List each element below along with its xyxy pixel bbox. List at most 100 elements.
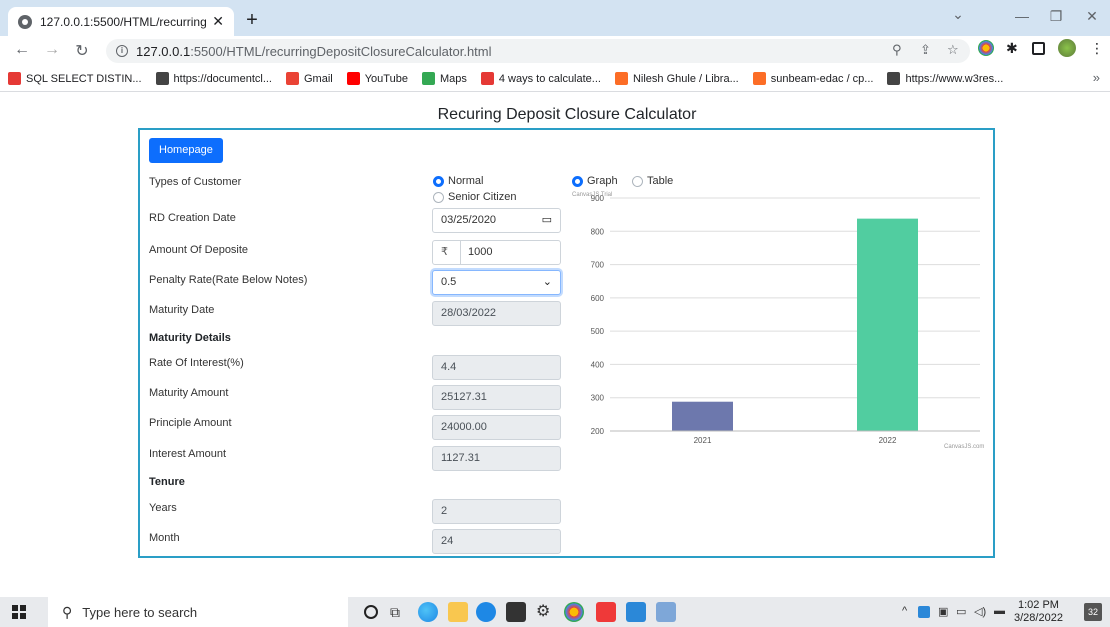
radio-normal-label: Normal: [448, 175, 484, 187]
maturity-date-label: Maturity Date: [149, 304, 215, 316]
taskbar-search-box[interactable]: ⚲ Type here to search: [48, 597, 348, 627]
y-tick-label: 800: [591, 227, 605, 236]
principle-label: Principle Amount: [149, 417, 232, 429]
bookmark-item[interactable]: https://documentcl...: [155, 72, 272, 85]
radio-senior-citizen[interactable]: Senior Citizen: [433, 191, 516, 203]
y-tick-label: 600: [591, 294, 605, 303]
close-tab-icon[interactable]: ✕: [212, 13, 224, 30]
rate-field[interactable]: 4.4: [432, 355, 561, 380]
penalty-label: Penalty Rate(Rate Below Notes): [149, 274, 308, 286]
bookmark-item[interactable]: Nilesh Ghule / Libra...: [614, 72, 739, 85]
minimize-icon[interactable]: —: [1012, 8, 1032, 24]
close-window-icon[interactable]: ✕: [1082, 8, 1102, 25]
deposit-input[interactable]: ₹1000: [432, 240, 561, 265]
bookmark-star-icon[interactable]: ☆: [947, 42, 959, 58]
onedrive-icon[interactable]: [918, 606, 930, 618]
chart-credit[interactable]: CanvasJS.com: [944, 444, 984, 450]
more-bookmarks-icon[interactable]: »: [1093, 70, 1100, 85]
radio-table[interactable]: Table: [632, 175, 673, 187]
app-icon[interactable]: [656, 602, 676, 622]
restore-icon[interactable]: ❐: [1046, 8, 1066, 25]
chart-watermark: CanvasJS Trial: [572, 192, 613, 198]
reload-icon[interactable]: ↻: [72, 41, 92, 61]
forward-icon[interactable]: →: [42, 41, 62, 59]
radio-graph[interactable]: Graph: [572, 175, 618, 187]
bookmark-item[interactable]: Gmail: [285, 72, 333, 85]
network-icon[interactable]: ▣: [938, 605, 948, 618]
bookmark-item[interactable]: YouTube: [346, 72, 408, 85]
settings-gear-icon[interactable]: ⚙: [536, 602, 556, 622]
maturity-date-field[interactable]: 28/03/2022: [432, 301, 561, 326]
sidepanel-icon[interactable]: [1032, 42, 1045, 55]
bookmark-label: Gmail: [303, 72, 333, 85]
chrome-icon[interactable]: [564, 602, 584, 622]
bookmark-label: https://documentcl...: [173, 72, 272, 85]
extension-icon[interactable]: [978, 40, 994, 56]
edge-icon[interactable]: [418, 602, 438, 622]
bar-2021: [672, 401, 733, 431]
display-icon[interactable]: ▭: [956, 605, 966, 618]
share-icon[interactable]: ⇪: [920, 42, 931, 58]
back-icon[interactable]: ←: [12, 41, 32, 59]
gmail-icon: [285, 72, 299, 85]
menu-kebab-icon[interactable]: ⋮: [1090, 40, 1106, 56]
penalty-value: 0.5: [441, 276, 457, 288]
radio-dot: [433, 191, 444, 203]
notifications-badge[interactable]: 32: [1084, 603, 1102, 621]
month-label: Month: [149, 532, 180, 544]
skype-icon[interactable]: [476, 602, 496, 622]
interest-field[interactable]: 1127.31: [432, 446, 561, 471]
file-explorer-icon[interactable]: [448, 602, 468, 622]
tray-chevron-icon[interactable]: ^: [902, 605, 907, 617]
site-info-icon[interactable]: i: [116, 45, 128, 57]
principle-field[interactable]: 24000.00: [432, 415, 561, 440]
bookmark-item[interactable]: SQL SELECT DISTIN...: [8, 72, 142, 85]
bookmark-icon: [480, 72, 494, 85]
radio-normal[interactable]: Normal: [433, 175, 483, 187]
chevron-down-icon: ⌄: [542, 276, 552, 288]
bookmark-item[interactable]: https://www.w3res...: [887, 72, 1003, 85]
task-view-icon[interactable]: ⧉: [390, 602, 410, 622]
homepage-button[interactable]: Homepage: [149, 138, 223, 163]
rd-date-value: 03/25/2020: [441, 214, 497, 226]
deposit-value: 1000: [468, 246, 493, 258]
bookmark-label: sunbeam-edac / cp...: [770, 72, 874, 85]
terminal-icon[interactable]: [506, 602, 526, 622]
battery-icon[interactable]: ▬: [994, 605, 1005, 617]
bookmark-item[interactable]: 4 ways to calculate...: [480, 72, 601, 85]
page-title: Recuring Deposit Closure Calculator: [437, 106, 697, 123]
zoom-icon[interactable]: ⚲: [892, 42, 902, 58]
maps-icon: [421, 72, 435, 85]
bookmark-item[interactable]: Maps: [421, 72, 467, 85]
taskbar-clock[interactable]: 1:02 PM 3/28/2022: [1014, 599, 1063, 625]
tab-search-icon[interactable]: ⌄: [948, 6, 968, 23]
windows-start-icon[interactable]: [12, 605, 26, 619]
cortana-icon[interactable]: [364, 605, 378, 619]
bookmarks-bar: SQL SELECT DISTIN... https://documentcl..…: [0, 66, 1110, 92]
puzzle-extensions-icon[interactable]: ✱: [1006, 40, 1022, 56]
new-tab-button[interactable]: +: [240, 9, 264, 32]
gitlab-icon: [752, 72, 766, 85]
bookmark-item[interactable]: sunbeam-edac / cp...: [752, 72, 874, 85]
years-label: Years: [149, 502, 177, 514]
penalty-select[interactable]: 0.5 ⌄: [432, 270, 561, 295]
deposit-bar-chart: 200 300 400 500 600 700 800 900 2021 2022 CanvasJ…: [572, 190, 987, 450]
calendar-icon[interactable]: ▭: [542, 209, 552, 232]
gitlab-icon: [614, 72, 628, 85]
maturity-amount-field[interactable]: 25127.31: [432, 385, 561, 410]
years-field[interactable]: 2: [432, 499, 561, 524]
profile-avatar[interactable]: [1058, 39, 1076, 57]
radio-dot-selected: [433, 175, 444, 187]
rd-date-input[interactable]: 03/25/2020 ▭: [432, 208, 561, 233]
radio-senior-label: Senior Citizen: [448, 191, 517, 203]
volume-icon[interactable]: ◁): [974, 605, 986, 618]
vscode-icon[interactable]: [626, 602, 646, 622]
vivaldi-icon[interactable]: [596, 602, 616, 622]
browser-toolbar: ← → ↻ i 127.0.0.1:5500/HTML/recurringDep…: [0, 36, 1110, 66]
address-bar[interactable]: i 127.0.0.1:5500/HTML/recurringDepositCl…: [106, 39, 970, 63]
deposit-label: Amount Of Deposite: [149, 244, 249, 256]
month-field[interactable]: 24: [432, 529, 561, 554]
browser-tab[interactable]: 127.0.0.1:5500/HTML/recurringD ✕: [8, 7, 234, 36]
y-tick-label: 400: [591, 360, 605, 369]
browser-tab-strip: 127.0.0.1:5500/HTML/recurringD ✕ + ⌄ — ❐…: [0, 0, 1110, 36]
